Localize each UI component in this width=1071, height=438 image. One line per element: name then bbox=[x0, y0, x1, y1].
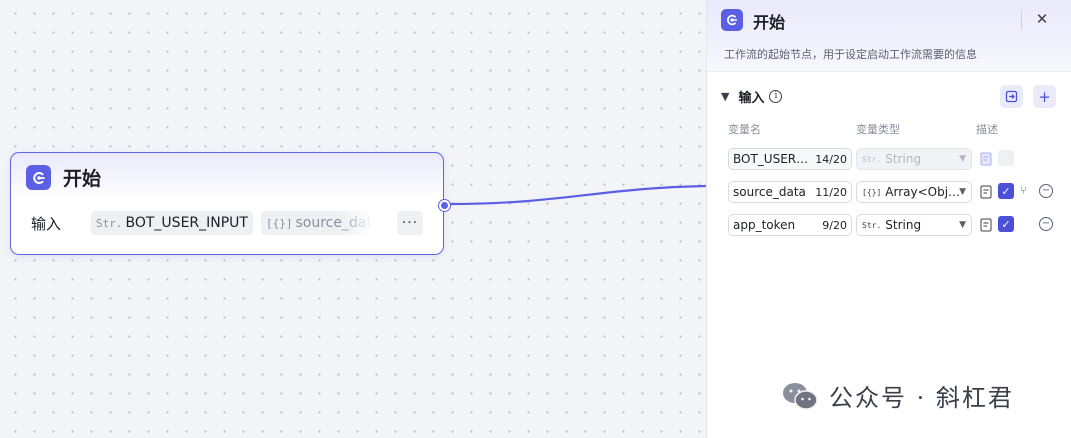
document-icon[interactable] bbox=[980, 152, 992, 166]
panel-description: 工作流的起始节点，用于设定启动工作流需要的信息 bbox=[724, 48, 977, 61]
chevron-down-icon: ▼ bbox=[721, 89, 730, 103]
variable-type-select[interactable]: [{}] Array<Obj… ▼ bbox=[856, 181, 972, 203]
import-icon bbox=[1005, 90, 1018, 103]
remove-variable-button[interactable]: − bbox=[1039, 184, 1053, 198]
start-node[interactable]: 开始 输入 Str. BOT_USER_INPUT [{}] source_da… bbox=[10, 152, 444, 255]
node-input-row: 输入 Str. BOT_USER_INPUT [{}] source_data bbox=[31, 211, 381, 235]
variable-row: BOT_USER… 14/20 Str. String ▼ bbox=[728, 148, 1058, 170]
output-port[interactable] bbox=[439, 200, 450, 211]
add-variable-button[interactable]: + bbox=[1033, 85, 1056, 108]
variable-row: source_data 11/20 [{}] Array<Obj… ▼ ✓ ⑂ … bbox=[728, 181, 1058, 203]
string-type-icon: Str. bbox=[862, 220, 882, 230]
check-icon: ✓ bbox=[1001, 184, 1011, 198]
chevron-down-icon: ▼ bbox=[959, 154, 966, 164]
string-type-icon: Str. bbox=[862, 154, 882, 164]
minus-circle-icon: − bbox=[1041, 185, 1051, 196]
node-config-panel: 开始 ✕ 工作流的起始节点，用于设定启动工作流需要的信息 ▼ 输入 i + 变量… bbox=[706, 0, 1071, 438]
char-count: 14/20 bbox=[815, 152, 847, 166]
more-inputs-button[interactable]: ··· bbox=[397, 211, 423, 235]
node-title: 开始 bbox=[63, 168, 102, 190]
node-header: 开始 bbox=[26, 164, 101, 191]
array-type-icon: [{}] bbox=[862, 187, 882, 197]
panel-title[interactable]: 开始 bbox=[753, 9, 785, 33]
section-title: 输入 bbox=[738, 90, 765, 106]
input-section-toggle[interactable]: ▼ 输入 i bbox=[721, 86, 783, 106]
remove-variable-button[interactable]: − bbox=[1039, 217, 1053, 231]
column-header-desc: 描述 bbox=[976, 123, 998, 136]
start-logo-icon bbox=[721, 9, 743, 31]
required-checkbox[interactable]: ✓ bbox=[998, 183, 1014, 199]
required-checkbox[interactable]: ✓ bbox=[998, 216, 1014, 232]
char-count: 9/20 bbox=[822, 218, 847, 232]
watermark-text: 公众号 · 斜杠君 bbox=[829, 384, 1014, 412]
document-icon[interactable] bbox=[980, 185, 992, 199]
chevron-down-icon: ▼ bbox=[959, 187, 966, 197]
variable-name: app_token bbox=[733, 218, 796, 232]
watermark: 公众号 · 斜杠君 bbox=[781, 378, 1014, 413]
input-tag-bot-user-input: Str. BOT_USER_INPUT bbox=[91, 211, 253, 235]
required-checkbox bbox=[998, 150, 1014, 166]
array-type-icon: [{}] bbox=[265, 216, 293, 230]
header-divider bbox=[1021, 10, 1022, 30]
column-header-name: 变量名 bbox=[728, 123, 761, 136]
import-button[interactable] bbox=[1000, 85, 1023, 108]
wechat-icon bbox=[783, 382, 818, 410]
input-tag-source-data: [{}] source_data bbox=[260, 211, 373, 235]
plus-icon: + bbox=[1038, 87, 1051, 106]
branch-icon[interactable]: ⑂ bbox=[1020, 184, 1027, 197]
variable-type-value: String bbox=[885, 152, 922, 166]
node-input-label: 输入 bbox=[31, 214, 62, 233]
tag-name: source_data bbox=[295, 215, 373, 231]
variable-type-select: Str. String ▼ bbox=[856, 148, 972, 170]
variable-type-value: String bbox=[885, 218, 922, 232]
string-type-icon: Str. bbox=[96, 216, 123, 230]
document-icon[interactable] bbox=[980, 218, 992, 232]
variable-name: source_data bbox=[733, 185, 806, 199]
variable-name-field[interactable]: source_data 11/20 bbox=[728, 181, 852, 203]
check-icon: ✓ bbox=[1001, 217, 1011, 231]
variable-type-select[interactable]: Str. String ▼ bbox=[856, 214, 972, 236]
close-icon[interactable]: ✕ bbox=[1031, 8, 1053, 30]
variable-type-value: Array<Obj… bbox=[885, 185, 960, 199]
chevron-down-icon: ▼ bbox=[959, 220, 966, 230]
column-header-type: 变量类型 bbox=[856, 123, 900, 136]
tag-name: BOT_USER_INPUT bbox=[125, 215, 248, 231]
variable-name-field[interactable]: app_token 9/20 bbox=[728, 214, 852, 236]
variable-name: BOT_USER… bbox=[733, 152, 809, 166]
panel-header: 开始 ✕ 工作流的起始节点，用于设定启动工作流需要的信息 bbox=[707, 0, 1071, 72]
variable-name-field[interactable]: BOT_USER… 14/20 bbox=[728, 148, 852, 170]
info-icon[interactable]: i bbox=[769, 89, 783, 103]
minus-circle-icon: − bbox=[1041, 218, 1051, 229]
char-count: 11/20 bbox=[815, 185, 847, 199]
variable-row: app_token 9/20 Str. String ▼ ✓ − bbox=[728, 214, 1058, 236]
start-logo-icon bbox=[26, 165, 51, 190]
